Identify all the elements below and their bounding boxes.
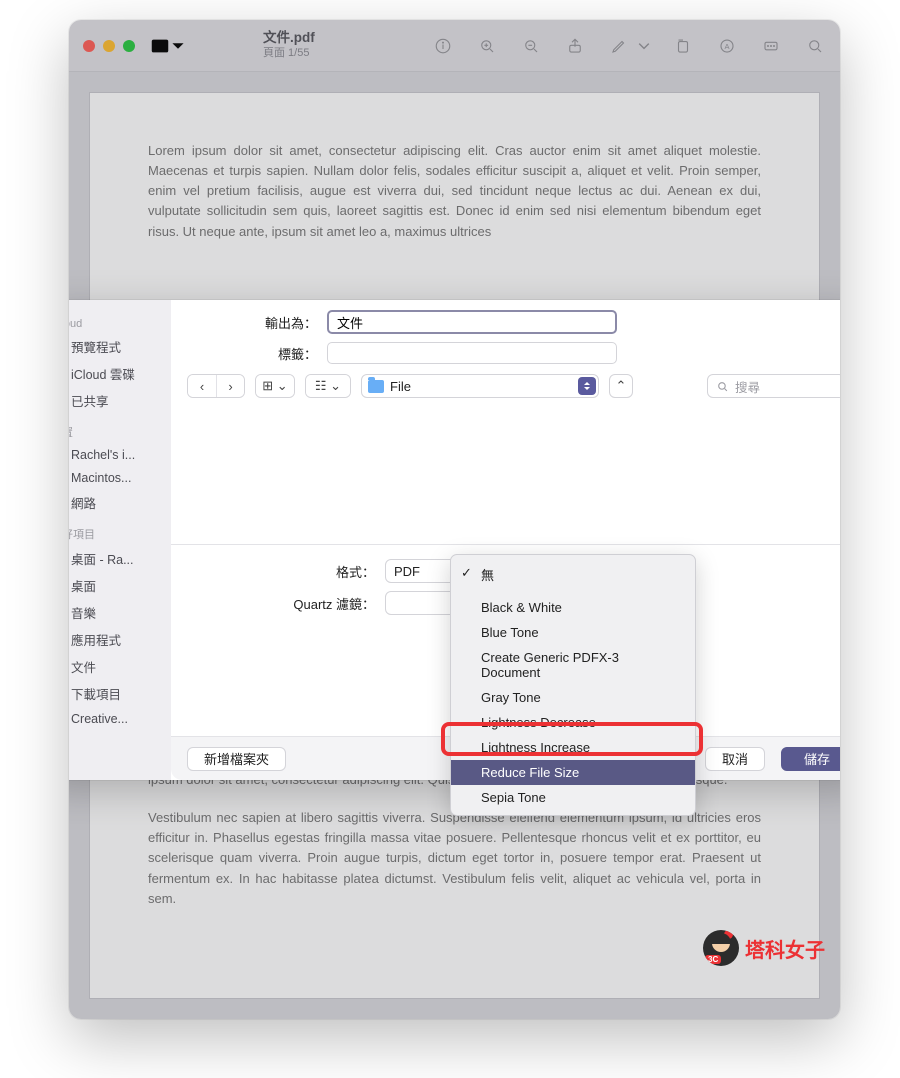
menu-item-reduce-file-size[interactable]: Reduce File Size: [451, 760, 695, 785]
divider: [171, 544, 840, 545]
folder-selector[interactable]: File: [361, 374, 599, 398]
sidebar-item-documents[interactable]: 文件: [69, 653, 171, 680]
preview-window: 文件.pdf 頁面 1/55 A Lorem ipsum dolor sit a…: [69, 20, 840, 1019]
menu-item-lightness-increase[interactable]: Lightness Increase: [451, 735, 695, 760]
menu-item-lightness-decrease[interactable]: Lightness Decrease: [451, 710, 695, 735]
export-as-input[interactable]: [327, 310, 617, 334]
nav-back-button[interactable]: ‹: [188, 375, 216, 397]
cancel-button[interactable]: 取消: [705, 747, 765, 771]
export-as-label: 輸出為：: [187, 313, 317, 332]
sidebar-item-shared[interactable]: 已共享: [69, 387, 171, 414]
group-segment: ☷ ⌄: [305, 374, 351, 398]
sidebar-section-locations: 位置: [69, 414, 171, 443]
group-button[interactable]: ☷ ⌄: [306, 375, 350, 397]
sidebar-item-network[interactable]: 網路: [69, 489, 171, 516]
view-icon-segment: ⊞ ⌄: [255, 374, 295, 398]
updown-icon: [578, 377, 596, 395]
sidebar-section-favorites: 喜好項目: [69, 516, 171, 545]
new-folder-button[interactable]: 新增檔案夾: [187, 747, 286, 771]
menu-item-black-white[interactable]: Black & White: [451, 595, 695, 620]
menu-item-blue-tone[interactable]: Blue Tone: [451, 620, 695, 645]
save-button[interactable]: 儲存: [781, 747, 840, 771]
view-icons-button[interactable]: ⊞ ⌄: [256, 375, 294, 397]
format-label: 格式：: [187, 562, 375, 581]
sidebar-item-applications[interactable]: 應用程式: [69, 626, 171, 653]
file-browser-area[interactable]: [187, 404, 840, 544]
sidebar-item-icloud-drive[interactable]: iCloud 雲碟: [69, 360, 171, 387]
folder-icon: [368, 380, 384, 393]
watermark-avatar-icon: 3C: [703, 930, 739, 966]
watermark-text: 塔科女子: [745, 934, 825, 963]
sidebar-item-music[interactable]: 音樂: [69, 599, 171, 626]
folder-name: File: [390, 379, 411, 394]
sidebar-item-desktop-ra[interactable]: 桌面 - Ra...: [69, 545, 171, 572]
locations-sidebar: iCloud 預覽程式 iCloud 雲碟 已共享 位置 Rachel's i.…: [69, 300, 171, 780]
sidebar-item-preview[interactable]: 預覽程式: [69, 333, 171, 360]
collapse-button[interactable]: ⌃: [609, 374, 633, 398]
nav-back-forward: ‹ ›: [187, 374, 245, 398]
format-value: PDF: [394, 564, 420, 579]
sidebar-section-icloud: iCloud: [69, 308, 171, 333]
sidebar-item-desktop[interactable]: 桌面: [69, 572, 171, 599]
sidebar-item-creative[interactable]: Creative...: [69, 707, 171, 730]
menu-item-gray-tone[interactable]: Gray Tone: [451, 685, 695, 710]
menu-item-none[interactable]: 無: [451, 560, 695, 589]
watermark: 3C 塔科女子: [703, 930, 825, 966]
sidebar-item-disk[interactable]: Macintos...: [69, 466, 171, 489]
menu-item-pdfx3[interactable]: Create Generic PDFX-3 Document: [451, 645, 695, 685]
tags-label: 標籤：: [187, 344, 317, 363]
tags-input[interactable]: [327, 342, 617, 364]
quartz-filter-label: Quartz 濾鏡：: [187, 594, 375, 613]
nav-forward-button[interactable]: ›: [216, 375, 244, 397]
sidebar-item-downloads[interactable]: 下載項目: [69, 680, 171, 707]
menu-item-sepia-tone[interactable]: Sepia Tone: [451, 785, 695, 810]
quartz-filter-menu: 無 Black & White Blue Tone Create Generic…: [450, 554, 696, 816]
search-placeholder: 搜尋: [735, 377, 760, 396]
search-field[interactable]: 搜尋: [707, 374, 840, 398]
sidebar-item-computer[interactable]: Rachel's i...: [69, 443, 171, 466]
